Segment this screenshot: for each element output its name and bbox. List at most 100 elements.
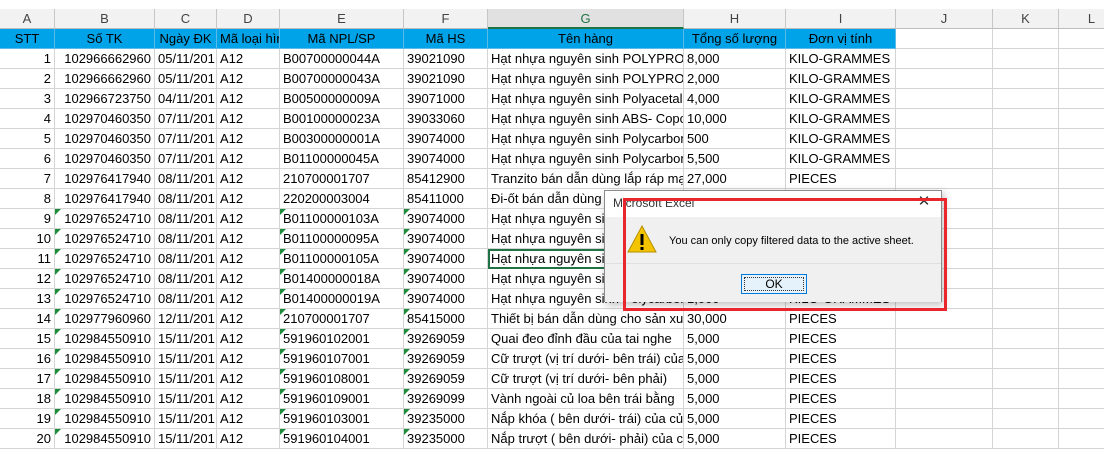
cell[interactable]: A12 [217, 109, 280, 129]
cell[interactable]: 11 [0, 249, 55, 269]
cell[interactable]: 591960109001 [280, 389, 404, 409]
cell[interactable]: A12 [217, 369, 280, 389]
cell[interactable]: 08/11/201 [155, 189, 217, 209]
empty-cell[interactable] [1059, 149, 1104, 169]
column-header-i[interactable]: I [786, 9, 896, 29]
cell[interactable]: 102984550910 [55, 369, 155, 389]
empty-cell[interactable] [1059, 309, 1104, 329]
cell[interactable]: PIECES [786, 309, 896, 329]
cell[interactable]: B01400000018A [280, 269, 404, 289]
cell[interactable]: B01100000045A [280, 149, 404, 169]
cell[interactable]: 102970460350 [55, 149, 155, 169]
cell[interactable]: PIECES [786, 169, 896, 189]
cell[interactable]: 39074000 [404, 209, 488, 229]
cell[interactable]: KILO-GRAMMES [786, 49, 896, 69]
cell[interactable]: 39074000 [404, 289, 488, 309]
cell[interactable]: 7 [0, 169, 55, 189]
empty-cell[interactable] [993, 309, 1059, 329]
empty-cell[interactable] [993, 369, 1059, 389]
cell[interactable]: 591960102001 [280, 329, 404, 349]
cell[interactable]: A12 [217, 129, 280, 149]
empty-cell[interactable] [1059, 49, 1104, 69]
cell[interactable]: 39074000 [404, 269, 488, 289]
empty-cell[interactable] [993, 429, 1059, 449]
empty-cell[interactable] [896, 49, 993, 69]
empty-cell[interactable] [896, 349, 993, 369]
cell[interactable]: 102966723750 [55, 89, 155, 109]
cell[interactable]: 15 [0, 329, 55, 349]
empty-cell[interactable] [993, 29, 1059, 49]
cell[interactable]: 6 [0, 149, 55, 169]
cell[interactable]: 39235000 [404, 429, 488, 449]
cell[interactable]: 08/11/201 [155, 229, 217, 249]
empty-cell[interactable] [993, 289, 1059, 309]
column-header-f[interactable]: F [404, 9, 488, 29]
cell[interactable]: 39021090 [404, 69, 488, 89]
cell[interactable]: B01100000103A [280, 209, 404, 229]
header-cell[interactable]: Mã NPL/SP [280, 29, 404, 49]
cell[interactable]: 39074000 [404, 249, 488, 269]
column-header-g[interactable]: G [488, 9, 684, 29]
cell[interactable]: 39269059 [404, 329, 488, 349]
cell[interactable]: KILO-GRAMMES [786, 89, 896, 109]
cell[interactable]: 17 [0, 369, 55, 389]
cell[interactable]: PIECES [786, 389, 896, 409]
column-header-j[interactable]: J [896, 9, 993, 29]
empty-cell[interactable] [1059, 329, 1104, 349]
cell[interactable]: Hạt nhựa nguyên sinh Polycarbonate [488, 129, 684, 149]
empty-cell[interactable] [1059, 89, 1104, 109]
cell[interactable]: 15/11/201 [155, 329, 217, 349]
cell[interactable]: A12 [217, 389, 280, 409]
empty-cell[interactable] [1059, 229, 1104, 249]
cell[interactable]: 591960103001 [280, 409, 404, 429]
cell[interactable]: 18 [0, 389, 55, 409]
cell[interactable]: 39074000 [404, 149, 488, 169]
cell[interactable]: 220200003004 [280, 189, 404, 209]
cell[interactable]: 15/11/201 [155, 429, 217, 449]
cell[interactable]: 591960108001 [280, 369, 404, 389]
cell[interactable]: 08/11/201 [155, 249, 217, 269]
cell[interactable]: Hạt nhựa nguyên sinh ABS- Copolymer [488, 109, 684, 129]
cell[interactable]: A12 [217, 309, 280, 329]
cell[interactable]: 102976524710 [55, 209, 155, 229]
cell[interactable]: Cữ trượt (vị trí dưới- bên trái) của [488, 349, 684, 369]
cell[interactable]: 10 [0, 229, 55, 249]
dialog-title-bar[interactable]: Microsoft Excel ✕ [605, 191, 941, 215]
cell[interactable]: 5,000 [684, 329, 786, 349]
cell[interactable]: KILO-GRAMMES [786, 109, 896, 129]
column-header-k[interactable]: K [993, 9, 1059, 29]
empty-cell[interactable] [896, 309, 993, 329]
cell[interactable]: 85411000 [404, 189, 488, 209]
cell[interactable]: 39071000 [404, 89, 488, 109]
empty-cell[interactable] [1059, 169, 1104, 189]
cell[interactable]: Hạt nhựa nguyên sinh POLYPROPYLENE [488, 49, 684, 69]
cell[interactable]: 210700001707 [280, 309, 404, 329]
cell[interactable]: 39033060 [404, 109, 488, 129]
cell[interactable]: 102976417940 [55, 189, 155, 209]
cell[interactable]: 13 [0, 289, 55, 309]
cell[interactable]: Nắp khóa ( bên dưới- trái) của củ [488, 409, 684, 429]
cell[interactable]: 591960104001 [280, 429, 404, 449]
cell[interactable]: 39021090 [404, 49, 488, 69]
empty-cell[interactable] [993, 409, 1059, 429]
cell[interactable]: 15/11/201 [155, 389, 217, 409]
cell[interactable]: PIECES [786, 349, 896, 369]
header-cell[interactable]: Ngày ĐK [155, 29, 217, 49]
cell[interactable]: 39074000 [404, 229, 488, 249]
empty-cell[interactable] [1059, 249, 1104, 269]
column-header-l[interactable]: L [1059, 9, 1104, 29]
cell[interactable]: B00500000009A [280, 89, 404, 109]
empty-cell[interactable] [993, 389, 1059, 409]
cell[interactable]: B01400000019A [280, 289, 404, 309]
cell[interactable]: A12 [217, 209, 280, 229]
empty-cell[interactable] [993, 349, 1059, 369]
cell[interactable]: B01100000105A [280, 249, 404, 269]
cell[interactable]: KILO-GRAMMES [786, 129, 896, 149]
cell[interactable]: Hạt nhựa nguyên sinh Polycarbonate [488, 149, 684, 169]
cell[interactable]: 4 [0, 109, 55, 129]
cell[interactable]: 85415000 [404, 309, 488, 329]
cell[interactable]: 14 [0, 309, 55, 329]
empty-cell[interactable] [993, 189, 1059, 209]
empty-cell[interactable] [1059, 289, 1104, 309]
cell[interactable]: Nắp trượt ( bên dưới- phải) của củ [488, 429, 684, 449]
